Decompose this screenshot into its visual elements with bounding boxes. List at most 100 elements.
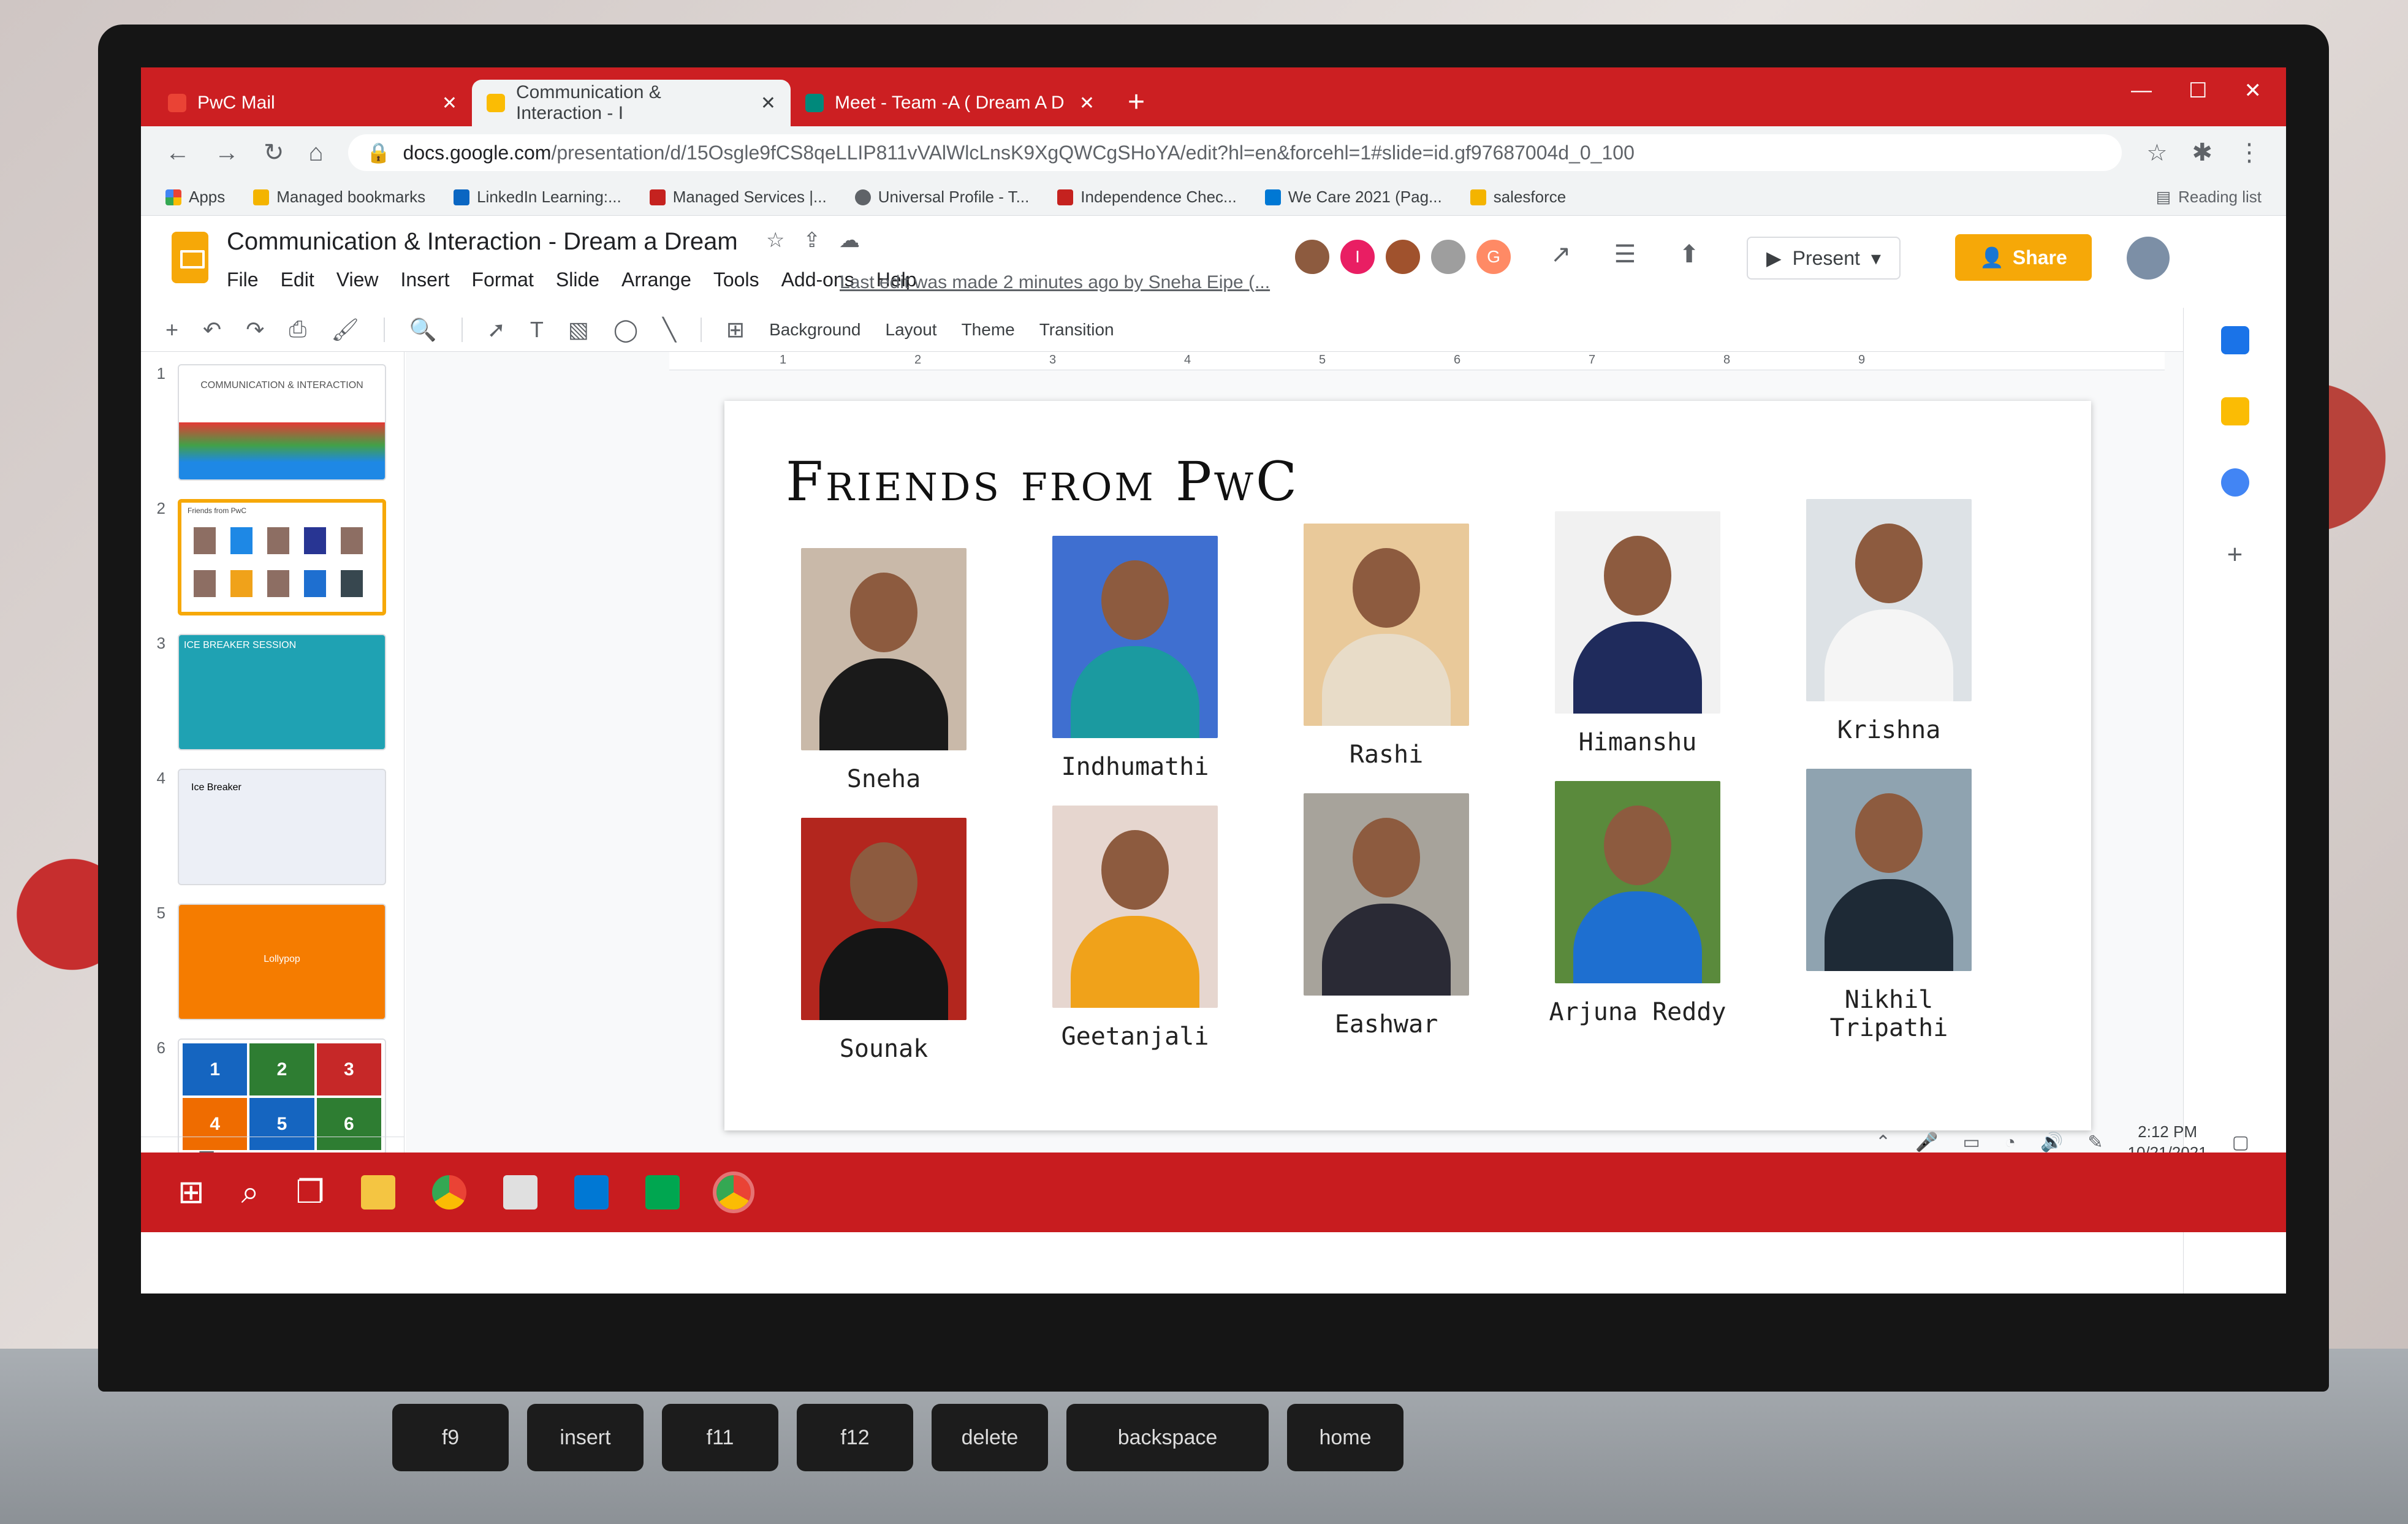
person-card[interactable]: Eashwar xyxy=(1294,793,1478,1038)
avatar[interactable] xyxy=(1429,238,1467,276)
notification-icon[interactable]: ▢ xyxy=(2232,1132,2249,1153)
close-icon[interactable]: ✕ xyxy=(1079,93,1095,114)
person-card[interactable]: Arjuna Reddy xyxy=(1546,781,1730,1026)
slide-title[interactable]: Friends from PwC xyxy=(786,450,1299,513)
bookmark-salesforce[interactable]: salesforce xyxy=(1470,188,1566,207)
cloud-icon[interactable]: ☁ xyxy=(839,228,860,253)
line-icon[interactable]: ╲ xyxy=(663,317,676,343)
new-slide-icon[interactable]: + xyxy=(165,317,178,343)
close-icon[interactable]: ✕ xyxy=(761,93,776,114)
avatar[interactable]: G xyxy=(1475,238,1513,276)
bookmark-we-care[interactable]: We Care 2021 (Pag... xyxy=(1264,188,1442,207)
comments-icon[interactable]: ☰ xyxy=(1614,240,1636,269)
pen-icon[interactable]: ✎ xyxy=(2087,1132,2103,1153)
image-icon[interactable]: ▧ xyxy=(568,317,589,343)
print-icon[interactable]: ⎙ xyxy=(289,316,306,343)
slide-2[interactable]: Friends from PwC Sneha Indhumathi Rashi … xyxy=(724,401,2091,1130)
slide-thumb[interactable]: Ice Breaker xyxy=(178,769,386,885)
volume-icon[interactable]: 🔊 xyxy=(2040,1132,2063,1153)
shape-icon[interactable]: ◯ xyxy=(613,317,638,343)
menu-view[interactable]: View xyxy=(336,269,379,291)
menu-insert[interactable]: Insert xyxy=(400,269,449,291)
background-button[interactable]: Background xyxy=(769,320,860,340)
move-icon[interactable]: ⇪ xyxy=(803,228,821,253)
menu-format[interactable]: Format xyxy=(472,269,534,291)
doc-title[interactable]: Communication & Interaction - Dream a Dr… xyxy=(227,228,738,256)
slide-thumb[interactable]: Lollypop xyxy=(178,904,386,1020)
layout-button[interactable]: Layout xyxy=(886,320,937,340)
zoom-icon[interactable]: 🔍 xyxy=(409,317,437,343)
bookmark-apps[interactable]: Apps xyxy=(165,188,225,207)
tasks-icon[interactable] xyxy=(2220,468,2249,497)
maximize-icon[interactable]: ☐ xyxy=(2189,78,2207,103)
person-card[interactable]: Rashi xyxy=(1294,524,1478,769)
chevron-down-icon[interactable]: ▾ xyxy=(1871,246,1881,270)
add-addon-icon[interactable]: + xyxy=(2227,539,2243,570)
bookmark-independence[interactable]: Independence Chec... xyxy=(1057,188,1237,207)
select-icon[interactable]: ➚ xyxy=(487,317,506,343)
person-card[interactable]: Indhumathi xyxy=(1043,536,1227,781)
bookmark-linkedin[interactable]: LinkedIn Learning:... xyxy=(454,188,621,207)
minimize-icon[interactable]: — xyxy=(2131,78,2152,103)
bookmark-star-icon[interactable]: ☆ xyxy=(2146,139,2167,167)
tab-pwc-mail[interactable]: PwC Mail ✕ xyxy=(153,80,472,126)
menu-slide[interactable]: Slide xyxy=(556,269,599,291)
textbox-icon[interactable]: T xyxy=(530,317,544,343)
thumbnail-3[interactable]: 3 ICE BREAKER SESSION xyxy=(147,634,386,750)
avatar[interactable] xyxy=(1293,238,1331,276)
person-card[interactable]: Krishna xyxy=(1797,499,1981,744)
keep-icon[interactable] xyxy=(2220,397,2249,425)
paint-format-icon[interactable]: 🖌 xyxy=(331,317,359,343)
last-edit-link[interactable]: Last edit was made 2 minutes ago by Sneh… xyxy=(840,272,1270,293)
search-icon[interactable]: ⌕ xyxy=(241,1174,259,1211)
slides-logo-icon[interactable] xyxy=(172,232,208,283)
new-tab-button[interactable]: + xyxy=(1109,85,1163,126)
meet-present-icon[interactable]: ⬆ xyxy=(1679,240,1700,269)
tab-meet[interactable]: Meet - Team -A ( Dream A D ✕ xyxy=(791,80,1109,126)
person-card[interactable]: Geetanjali xyxy=(1043,806,1227,1051)
extensions-icon[interactable]: ✱ xyxy=(2192,139,2212,167)
person-card[interactable]: Nikhil Tripathi xyxy=(1797,769,1981,1042)
address-bar[interactable]: 🔒 docs.google.com/presentation/d/15Osgle… xyxy=(348,134,2122,171)
activity-icon[interactable]: ↗ xyxy=(1551,240,1571,269)
snip-icon[interactable] xyxy=(503,1175,538,1210)
share-button[interactable]: 👤 Share xyxy=(1955,234,2092,281)
avatar[interactable] xyxy=(1384,238,1422,276)
close-window-icon[interactable]: ✕ xyxy=(2244,78,2262,103)
menu-tools[interactable]: Tools xyxy=(713,269,759,291)
mic-icon[interactable]: 🎤 xyxy=(1915,1132,1938,1153)
thumbnail-4[interactable]: 4 Ice Breaker xyxy=(147,769,386,885)
battery-icon[interactable]: ▭ xyxy=(1963,1132,1980,1153)
vscode-icon[interactable] xyxy=(574,1175,609,1210)
redo-icon[interactable]: ↷ xyxy=(246,317,264,343)
theme-button[interactable]: Theme xyxy=(962,320,1015,340)
bookmark-universal-profile[interactable]: Universal Profile - T... xyxy=(854,188,1029,207)
comment-add-icon[interactable]: ⊞ xyxy=(726,317,745,343)
avatar[interactable]: I xyxy=(1339,238,1377,276)
file-explorer-icon[interactable] xyxy=(361,1175,396,1210)
chrome-icon[interactable] xyxy=(432,1175,467,1210)
undo-icon[interactable]: ↶ xyxy=(203,317,221,343)
hangouts-icon[interactable] xyxy=(645,1175,680,1210)
task-view-icon[interactable]: ❐ xyxy=(296,1174,325,1211)
star-icon[interactable]: ☆ xyxy=(766,228,784,253)
home-icon[interactable]: ⌂ xyxy=(309,139,324,167)
tab-communication[interactable]: Communication & Interaction - I ✕ xyxy=(472,80,791,126)
present-button[interactable]: ▶ Present ▾ xyxy=(1747,237,1901,280)
menu-icon[interactable]: ⋮ xyxy=(2237,139,2262,167)
menu-arrange[interactable]: Arrange xyxy=(621,269,691,291)
thumbnail-1[interactable]: 1 COMMUNICATION & INTERACTION xyxy=(147,364,386,481)
back-icon[interactable]: ← xyxy=(165,139,190,167)
forward-icon[interactable]: → xyxy=(215,139,239,167)
wifi-icon[interactable]: ◔ xyxy=(2005,1132,2016,1153)
menu-file[interactable]: File xyxy=(227,269,259,291)
reload-icon[interactable]: ↻ xyxy=(264,139,284,167)
close-icon[interactable]: ✕ xyxy=(442,93,457,114)
calendar-icon[interactable] xyxy=(2220,326,2249,354)
bookmark-managed[interactable]: Managed bookmarks xyxy=(253,188,425,207)
thumbnail-5[interactable]: 5 Lollypop xyxy=(147,904,386,1020)
windows-start-icon[interactable]: ⊞ xyxy=(178,1174,205,1211)
chevron-up-icon[interactable]: ⌃ xyxy=(1875,1132,1891,1153)
reading-list[interactable]: ▤ Reading list xyxy=(2156,188,2262,207)
slide-thumb[interactable]: COMMUNICATION & INTERACTION xyxy=(178,364,386,481)
